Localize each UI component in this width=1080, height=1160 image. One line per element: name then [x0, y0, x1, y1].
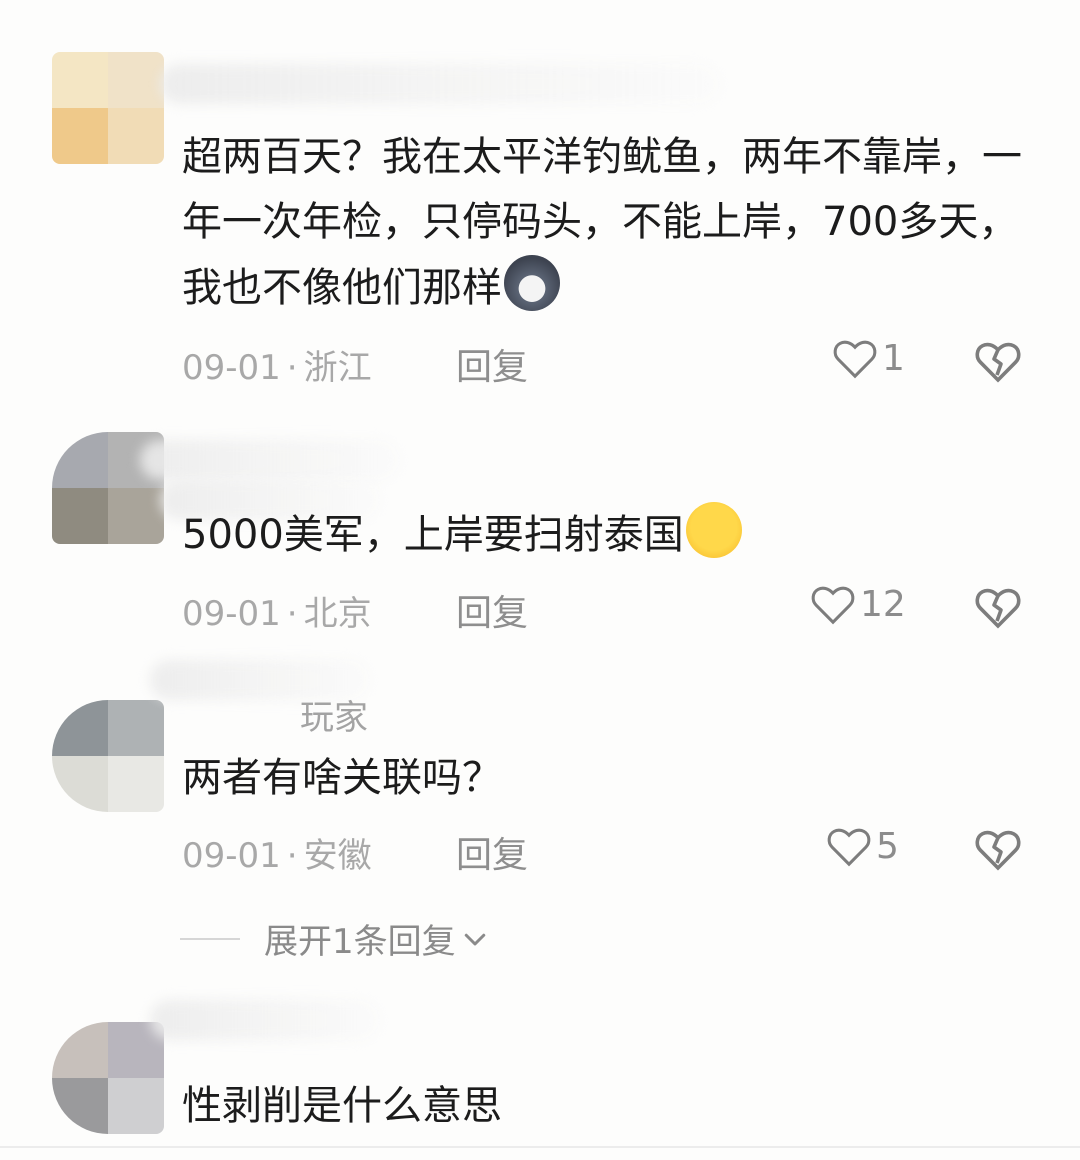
username-blur: [160, 64, 720, 104]
avatar[interactable]: [52, 700, 164, 812]
reply-button[interactable]: 回复: [456, 826, 528, 878]
comment-date: 09-01: [182, 836, 281, 876]
expand-replies-label: 展开1条回复: [264, 922, 456, 962]
heart-outline-icon: [833, 340, 877, 379]
avatar[interactable]: [52, 1022, 164, 1134]
username-blur: [140, 440, 400, 480]
comment-meta: 09-01 · 浙江: [182, 340, 372, 389]
comment-location: 北京: [303, 594, 372, 634]
separator-dot: ·: [286, 348, 298, 388]
comment-location: 安徽: [303, 836, 372, 876]
comment-text: 性剥削是什么意思: [182, 1083, 502, 1129]
like-count: 12: [860, 583, 906, 625]
dislike-button[interactable]: [974, 826, 1022, 876]
comment-location: 浙江: [303, 348, 372, 388]
broken-heart-icon: [975, 588, 1021, 629]
comment-text: 5000美军，上岸要扫射泰国: [182, 502, 1042, 568]
comment-date: 09-01: [182, 594, 281, 634]
separator-dot: ·: [286, 594, 298, 634]
username[interactable]: 玩家: [300, 690, 368, 739]
comment-date: 09-01: [182, 348, 281, 388]
reply-button[interactable]: 回复: [456, 338, 528, 390]
crying-face-emoji: [685, 502, 742, 558]
chevron-down-icon: [464, 933, 485, 945]
like-button[interactable]: 1: [832, 336, 905, 380]
reply-button[interactable]: 回复: [456, 584, 528, 636]
like-button[interactable]: 12: [810, 582, 906, 626]
comment-meta: 09-01 · 安徽: [182, 828, 372, 877]
divider: [180, 937, 240, 940]
username-blur: [150, 1000, 380, 1040]
heart-outline-icon: [811, 586, 855, 625]
expand-replies-button[interactable]: 展开1条回复: [180, 914, 490, 963]
like-button[interactable]: 5: [826, 824, 899, 868]
avatar[interactable]: [52, 52, 164, 164]
comment-text: 两者有啥关联吗？: [182, 755, 502, 801]
separator-dot: ·: [286, 836, 298, 876]
dislike-button[interactable]: [974, 584, 1022, 634]
heart-outline-icon: [827, 828, 871, 867]
comment-text: 超两百天？我在太平洋钓鱿鱼，两年不靠岸，一年一次年检，只停码头，不能上岸，700…: [182, 134, 1022, 311]
divider: [0, 1146, 1080, 1148]
dislike-button[interactable]: [974, 338, 1022, 388]
broken-heart-icon: [975, 830, 1021, 871]
comment-meta: 09-01 · 北京: [182, 586, 372, 635]
wolf-face-emoji: [504, 255, 560, 311]
like-count: 1: [882, 337, 905, 379]
broken-heart-icon: [975, 342, 1021, 383]
like-count: 5: [876, 825, 899, 867]
